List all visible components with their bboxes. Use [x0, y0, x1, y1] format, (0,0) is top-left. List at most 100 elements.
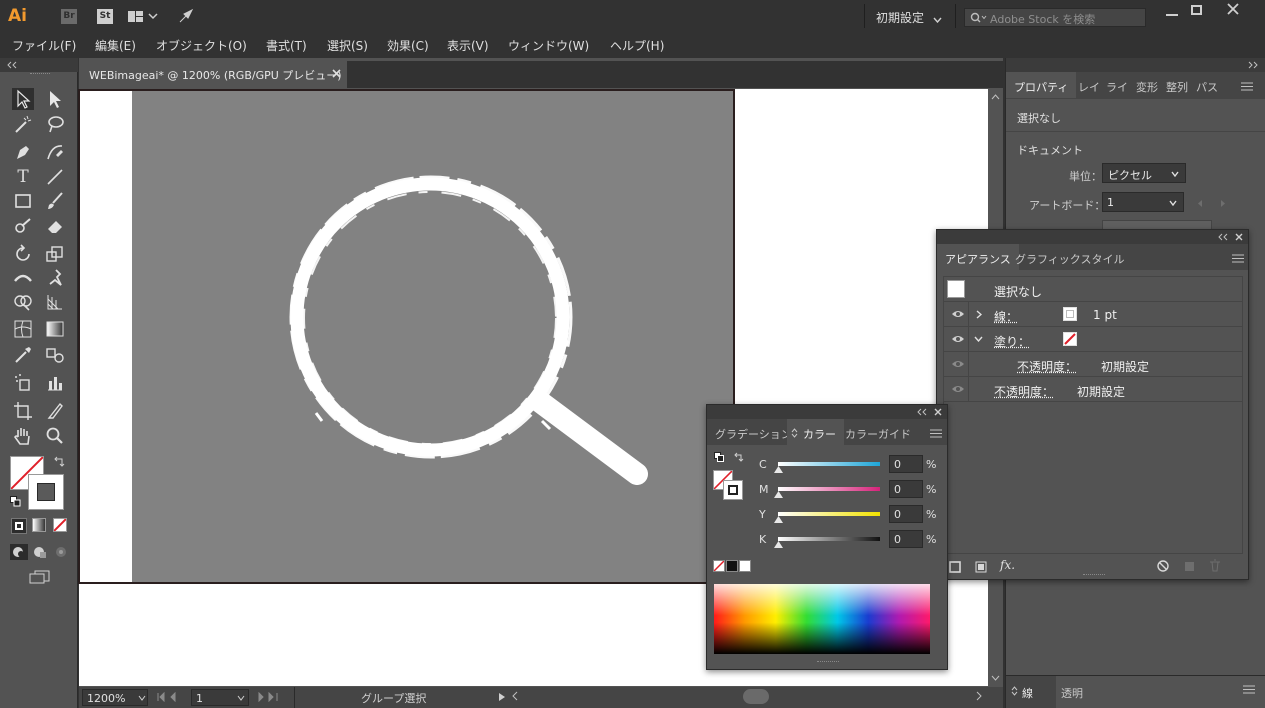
appearance-fill-opacity-row[interactable]: 不透明度： 初期設定 — [944, 352, 1242, 377]
selection-tool-icon[interactable] — [12, 88, 34, 110]
zoom-tool-icon[interactable] — [44, 425, 66, 447]
previous-artboard-icon[interactable] — [1196, 198, 1204, 211]
color-mode-icon[interactable] — [11, 518, 27, 534]
menu-help[interactable]: ヘルプ(H) — [610, 37, 664, 54]
channel-k-thumb[interactable] — [774, 541, 783, 548]
menu-edit[interactable]: 編集(E) — [95, 37, 136, 54]
stroke-weight-value[interactable]: 1 pt — [1093, 308, 1117, 322]
menu-window[interactable]: ウィンドウ(W) — [508, 37, 589, 54]
tab-layers[interactable]: レイ — [1070, 72, 1100, 98]
channel-c-thumb[interactable] — [774, 466, 783, 473]
maximize-button[interactable] — [1191, 5, 1202, 15]
appearance-panel-header[interactable] — [937, 230, 1248, 244]
channel-y-thumb[interactable] — [774, 516, 783, 523]
draw-inside-icon[interactable] — [53, 544, 69, 563]
tab-graphic-styles[interactable]: グラフィックスタイル — [1007, 244, 1132, 270]
blend-tool-icon[interactable] — [44, 344, 66, 366]
duplicate-item-icon[interactable] — [1183, 560, 1195, 575]
eraser-tool-icon[interactable] — [44, 215, 66, 237]
stroke-color-swatch[interactable] — [1063, 307, 1077, 321]
black-swatch[interactable] — [726, 560, 738, 572]
scale-tool-icon[interactable] — [44, 243, 66, 265]
workspace-switcher[interactable]: 初期設定 — [876, 9, 924, 26]
none-mode-icon[interactable] — [53, 518, 67, 532]
pen-tool-icon[interactable] — [12, 141, 34, 163]
mesh-tool-icon[interactable] — [12, 318, 34, 340]
horizontal-scroll-thumb[interactable] — [743, 689, 769, 704]
appearance-menu-icon[interactable] — [1232, 253, 1244, 266]
gradient-tool-icon[interactable] — [44, 318, 66, 340]
channel-y-input[interactable]: 0 — [889, 505, 923, 523]
paintbrush-tool-icon[interactable] — [44, 190, 66, 212]
add-new-effect-button[interactable]: fx. — [1000, 558, 1015, 572]
stroke-swatch[interactable] — [28, 474, 64, 510]
chevron-down-icon[interactable] — [933, 13, 942, 26]
menu-type[interactable]: 書式(T) — [266, 37, 307, 54]
color-stroke-swatch[interactable] — [723, 480, 743, 500]
default-colors-icon[interactable] — [714, 452, 724, 465]
fill-opacity-label[interactable]: 不透明度： — [1017, 358, 1077, 375]
color-panel-header[interactable] — [707, 405, 947, 419]
white-swatch[interactable] — [739, 560, 751, 572]
gradient-mode-icon[interactable] — [32, 518, 46, 532]
expand-stroke-icon[interactable] — [976, 310, 982, 319]
fill-none-swatch[interactable] — [1063, 332, 1077, 346]
arrange-documents-icon[interactable] — [128, 10, 158, 23]
menu-view[interactable]: 表示(V) — [447, 37, 489, 54]
add-new-stroke-icon[interactable] — [949, 561, 961, 576]
tab-stroke[interactable]: 線 — [1006, 676, 1056, 708]
units-select[interactable]: ピクセル — [1102, 163, 1186, 183]
fill-label[interactable]: 塗り： — [994, 333, 1030, 350]
swap-colors-icon[interactable] — [733, 452, 744, 466]
scroll-left-icon[interactable] — [511, 691, 519, 704]
stroke-label[interactable]: 線： — [994, 308, 1018, 325]
swap-fill-stroke-icon[interactable] — [53, 456, 65, 471]
visibility-eye-icon[interactable] — [952, 384, 964, 394]
rectangle-tool-icon[interactable] — [12, 190, 34, 212]
color-panel-menu-icon[interactable] — [930, 428, 942, 441]
menu-effect[interactable]: 効果(C) — [387, 37, 429, 54]
shaper-tool-icon[interactable] — [12, 215, 34, 237]
draw-normal-icon[interactable] — [10, 544, 28, 560]
shape-builder-tool-icon[interactable] — [12, 291, 34, 313]
rotate-tool-icon[interactable] — [12, 243, 34, 265]
panel-menu-icon[interactable] — [1241, 81, 1253, 94]
tab-properties[interactable]: プロパティ — [1006, 72, 1077, 98]
stock-button[interactable]: St — [97, 9, 113, 24]
channel-m-slider[interactable] — [778, 487, 880, 491]
channel-y-slider[interactable] — [778, 512, 880, 516]
tab-gradient[interactable]: グラデーション — [707, 419, 800, 445]
eyedropper-tool-icon[interactable] — [12, 344, 34, 366]
menu-select[interactable]: 選択(S) — [327, 37, 368, 54]
perspective-grid-tool-icon[interactable] — [44, 291, 66, 313]
next-artboard-icon[interactable] — [1219, 198, 1227, 211]
last-artboard-icon[interactable] — [257, 691, 283, 705]
bottom-dock-menu-icon[interactable] — [1243, 684, 1255, 697]
hand-tool-icon[interactable] — [12, 425, 34, 447]
minimize-button[interactable] — [1166, 14, 1178, 16]
menu-object[interactable]: オブジェクト(O) — [156, 37, 247, 54]
document-tab[interactable]: WEBimageai* @ 1200% (RGB/GPU プレビュー) — [79, 61, 347, 88]
channel-m-input[interactable]: 0 — [889, 480, 923, 498]
artboard-navigator[interactable]: 1 — [191, 689, 249, 706]
close-window-button[interactable] — [1227, 3, 1239, 18]
menu-file[interactable]: ファイル(F) — [12, 37, 76, 54]
width-tool-icon[interactable] — [12, 267, 34, 289]
curvature-tool-icon[interactable] — [44, 141, 66, 163]
first-artboard-icon[interactable] — [157, 691, 183, 705]
tab-libraries[interactable]: ライ — [1098, 72, 1128, 98]
channel-m-thumb[interactable] — [774, 491, 783, 498]
tab-color[interactable]: カラー — [787, 419, 844, 445]
default-fill-stroke-icon[interactable] — [10, 496, 21, 510]
delete-item-icon[interactable] — [1209, 559, 1221, 575]
screen-mode-icon[interactable] — [29, 570, 51, 587]
appearance-stroke-row[interactable]: 線： 1 pt — [944, 302, 1242, 327]
appearance-opacity-row[interactable]: 不透明度： 初期設定 — [944, 377, 1242, 402]
artboard-select[interactable]: 1 — [1102, 192, 1184, 212]
properties-dock-header[interactable] — [1006, 58, 1265, 72]
tab-transparency[interactable]: 透明 — [1061, 685, 1083, 701]
channel-c-slider[interactable] — [778, 462, 880, 466]
close-panel-icon[interactable] — [934, 408, 942, 416]
visibility-eye-icon[interactable] — [952, 309, 964, 319]
close-tab-icon[interactable] — [332, 68, 341, 81]
